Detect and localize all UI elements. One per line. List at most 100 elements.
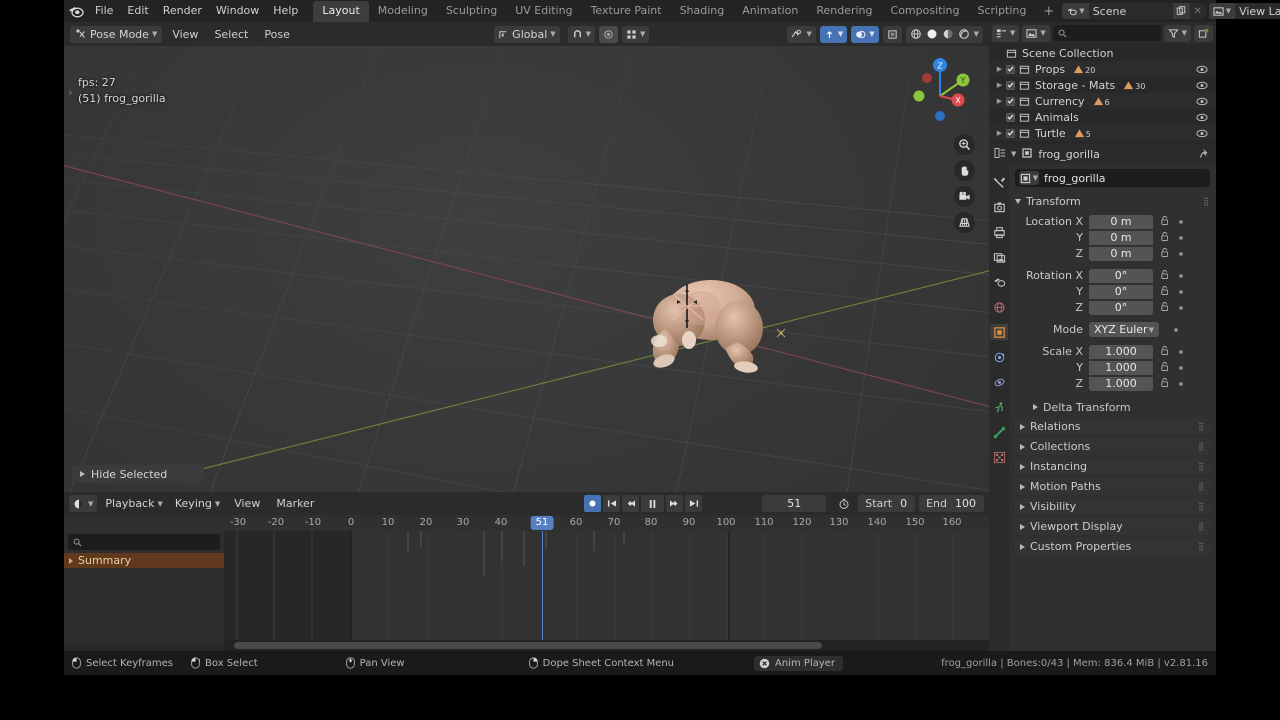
rotation-y-field[interactable]: 0° <box>1089 284 1153 299</box>
unlink-scene-icon[interactable]: ✕ <box>1190 3 1206 19</box>
panel-header-viewport-display[interactable]: Viewport Display ⣿ <box>1015 518 1210 535</box>
overlays-toggle[interactable]: ▼ <box>851 25 879 43</box>
properties-tab-particles[interactable] <box>990 374 1008 390</box>
outliner-row-animals[interactable]: Animals <box>989 109 1216 125</box>
outliner-row-turtle[interactable]: ▶ Turtle 5 <box>989 125 1216 141</box>
lock-icon[interactable] <box>1160 377 1170 391</box>
workspace-tab-texture-paint[interactable]: Texture Paint <box>582 1 671 22</box>
outliner-row-currency[interactable]: ▶ Currency 6 <box>989 93 1216 109</box>
anim-player-indicator[interactable]: Anim Player <box>754 655 844 671</box>
properties-tab-tool[interactable] <box>990 174 1008 190</box>
properties-tab-texture[interactable] <box>990 449 1008 465</box>
menu-file[interactable]: File <box>88 2 120 20</box>
panel-header-motion-paths[interactable]: Motion Paths ⣿ <box>1015 478 1210 495</box>
properties-tab-modifiers[interactable] <box>990 349 1008 365</box>
location-x-field[interactable]: 0 m <box>1089 214 1153 229</box>
snap-dropdown[interactable]: ▼ <box>567 25 596 43</box>
workspace-tab-uv-editing[interactable]: UV Editing <box>506 1 581 22</box>
play-pause-button[interactable] <box>641 495 665 512</box>
dope-horizontal-scrollbar[interactable] <box>234 642 822 649</box>
workspace-tab-scripting[interactable]: Scripting <box>968 1 1035 22</box>
dope-sheet-ruler[interactable]: -30 -20 -10 0 10 20 30 40 51 60 70 80 90… <box>64 515 989 531</box>
properties-tab-scene[interactable] <box>990 274 1008 290</box>
add-workspace-button[interactable]: + <box>1035 1 1062 22</box>
disclosure-triangle-icon[interactable]: ▶ <box>993 65 1006 73</box>
viewport-sidebar-toggle[interactable]: › <box>68 86 72 99</box>
menu-help[interactable]: Help <box>266 2 305 20</box>
lock-icon[interactable] <box>1160 361 1170 375</box>
viewport-canvas[interactable]: › fps: 27 (51) frog_gorilla Hide Selecte… <box>64 46 989 492</box>
properties-tab-object[interactable] <box>990 324 1008 340</box>
panel-header-custom-properties[interactable]: Custom Properties ⣿ <box>1015 538 1210 555</box>
properties-tab-render[interactable] <box>990 199 1008 215</box>
visibility-eye-icon[interactable] <box>1196 112 1208 125</box>
use-preview-range-toggle[interactable] <box>834 495 854 512</box>
viewport-options-dropdown[interactable]: ▼ <box>622 25 650 43</box>
properties-tab-constraints[interactable] <box>990 399 1008 415</box>
outliner-search-input[interactable] <box>1052 25 1161 41</box>
visibility-eye-icon[interactable] <box>1196 64 1208 77</box>
panel-header-instancing[interactable]: Instancing ⣿ <box>1015 458 1210 475</box>
animate-property-icon[interactable] <box>1177 251 1185 257</box>
scale-z-field[interactable]: 1.000 <box>1089 376 1153 391</box>
camera-view-icon[interactable] <box>954 186 975 207</box>
frame-end-field[interactable]: End 100 <box>919 495 984 512</box>
workspace-tab-compositing[interactable]: Compositing <box>882 1 969 22</box>
dope-menu-marker[interactable]: Marker <box>270 496 320 511</box>
dope-menu-playback[interactable]: Playback ▼ <box>101 495 166 512</box>
outliner-display-mode-dropdown[interactable]: ▼ <box>992 24 1020 42</box>
scene-selector[interactable]: ▼ Scene ✕ <box>1062 3 1206 19</box>
properties-tab-view-layer[interactable] <box>990 249 1008 265</box>
prev-keyframe-button[interactable] <box>622 495 640 512</box>
object-square-icon[interactable]: ▼ <box>1019 171 1039 185</box>
collection-checkbox[interactable] <box>1006 96 1015 106</box>
lock-icon[interactable] <box>1160 285 1170 299</box>
properties-tab-output[interactable] <box>990 224 1008 240</box>
workspace-tab-rendering[interactable]: Rendering <box>807 1 881 22</box>
animate-property-icon[interactable] <box>1172 327 1180 333</box>
animate-property-icon[interactable] <box>1177 273 1185 279</box>
subpanel-delta-transform[interactable]: Delta Transform <box>1015 399 1210 415</box>
animate-property-icon[interactable] <box>1177 235 1185 241</box>
editor-type-dropdown[interactable]: ▼ <box>69 495 98 512</box>
lock-icon[interactable] <box>1160 301 1170 315</box>
animate-property-icon[interactable] <box>1177 219 1185 225</box>
operator-panel-hide-selected[interactable]: Hide Selected <box>72 465 204 483</box>
lock-icon[interactable] <box>1160 231 1170 245</box>
outliner-row-props[interactable]: ▶ Props 20 <box>989 61 1216 77</box>
outliner-row-scene-collection[interactable]: Scene Collection <box>989 45 1216 61</box>
workspace-tab-layout[interactable]: Layout <box>313 1 369 22</box>
blender-logo-icon[interactable] <box>68 3 84 19</box>
ortho-persp-icon[interactable] <box>954 212 975 233</box>
outliner-filter-dropdown[interactable]: ▼ <box>1163 24 1191 42</box>
lock-icon[interactable] <box>1160 269 1170 283</box>
current-frame-indicator[interactable]: 51 <box>530 516 554 530</box>
viewport-menu-view[interactable]: View <box>166 27 204 42</box>
panel-header-visibility[interactable]: Visibility ⣿ <box>1015 498 1210 515</box>
scale-x-field[interactable]: 1.000 <box>1089 344 1153 359</box>
panel-header-transform[interactable]: Transform ⣿ <box>1015 193 1210 210</box>
animate-property-icon[interactable] <box>1177 305 1185 311</box>
collection-checkbox[interactable] <box>1006 112 1015 122</box>
location-z-field[interactable]: 0 m <box>1089 246 1153 261</box>
location-y-field[interactable]: 0 m <box>1089 230 1153 245</box>
rotation-mode-dropdown[interactable]: XYZ Euler ▼ <box>1089 322 1159 337</box>
object-name-field[interactable]: ▼ frog_gorilla <box>1015 169 1210 187</box>
disclosure-triangle-icon[interactable]: ▶ <box>993 129 1006 137</box>
animate-property-icon[interactable] <box>1177 289 1185 295</box>
new-collection-button[interactable] <box>1194 24 1213 42</box>
animate-property-icon[interactable] <box>1177 365 1185 371</box>
scale-y-field[interactable]: 1.000 <box>1089 360 1153 375</box>
collection-checkbox[interactable] <box>1006 80 1015 90</box>
workspace-tab-modeling[interactable]: Modeling <box>369 1 437 22</box>
new-scene-icon[interactable] <box>1172 3 1190 19</box>
dope-menu-keying[interactable]: Keying ▼ <box>171 495 224 512</box>
visibility-eye-icon[interactable] <box>1196 96 1208 109</box>
dope-sheet-canvas[interactable] <box>224 531 989 643</box>
properties-tab-world[interactable] <box>990 299 1008 315</box>
disclosure-triangle-icon[interactable]: ▶ <box>993 97 1006 105</box>
collection-checkbox[interactable] <box>1006 128 1015 138</box>
view-layer-selector[interactable]: ▼ View Layer ✕ <box>1208 3 1280 19</box>
animate-property-icon[interactable] <box>1177 381 1185 387</box>
view-layer-icon[interactable]: ▼ <box>1208 3 1236 19</box>
